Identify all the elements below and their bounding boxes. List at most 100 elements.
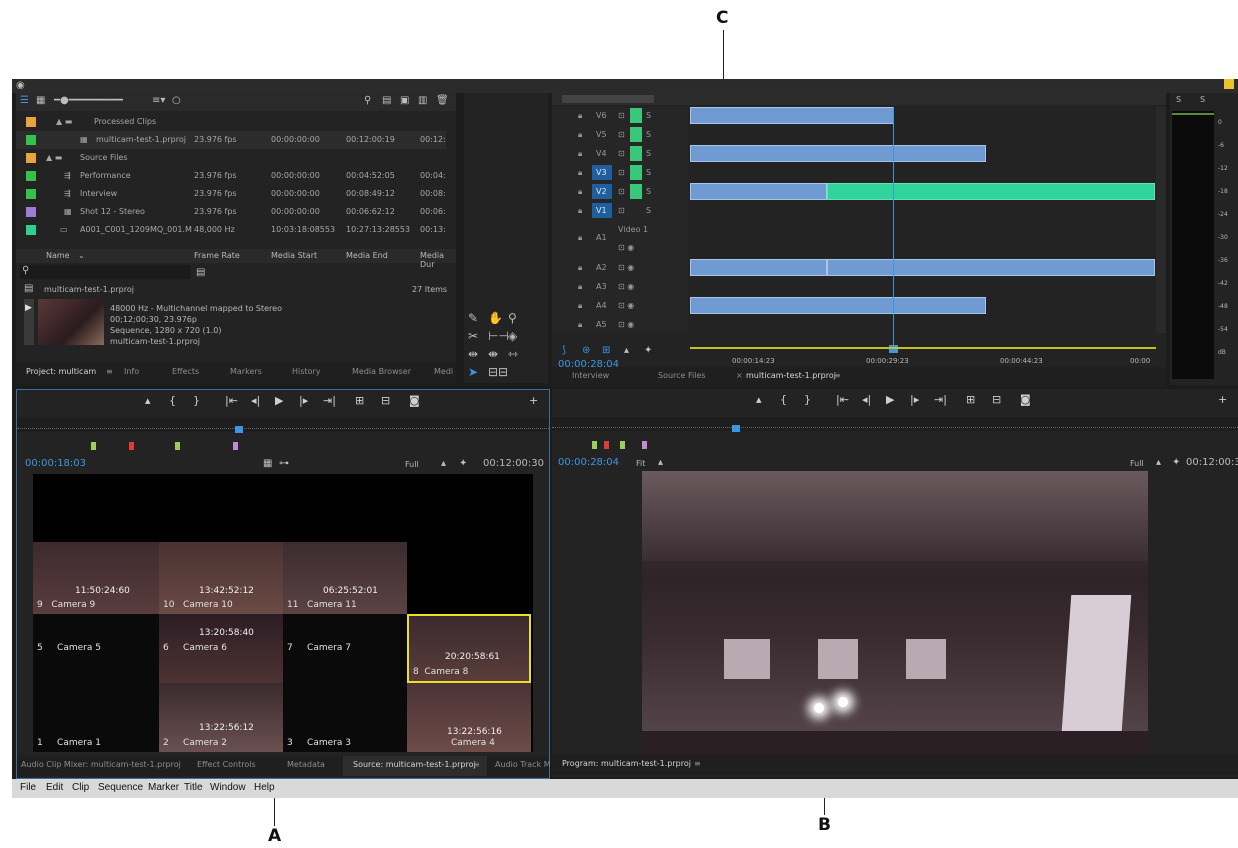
tab-metadata[interactable]: Metadata [287,760,325,769]
sort-arrow-icon[interactable]: ⌄ [78,251,85,260]
tab-sequence[interactable]: multicam-test-1.prproj [746,371,836,380]
col-fps[interactable]: Frame Rate [194,251,240,260]
eye-icon[interactable]: ⊡ ◉ [618,301,634,310]
play-preview-button[interactable]: ▶ [24,299,34,345]
marker-green[interactable] [592,441,597,449]
lock-icon[interactable]: 🔒︎ [578,263,582,273]
hand-tool-icon[interactable]: ✋ [488,311,503,325]
eye-icon[interactable]: ⊡ ◉ [618,320,634,329]
disclosure-icon[interactable]: ▲ ▬ [46,153,62,162]
menu-title[interactable]: Title [184,782,203,793]
timeline-clip[interactable] [827,259,1155,276]
tab-audio-mixer[interactable]: Audio Clip Mixer: multicam-test-1.prproj [21,760,181,769]
mark-out-button[interactable]: } [193,394,200,407]
tab-overflow[interactable]: Medi [434,367,453,376]
sync-icon[interactable]: ⊡ [618,111,625,120]
zoom-tool-icon[interactable]: ⚲ [508,311,517,325]
track-a5[interactable]: 🔒︎ A5 ⊡ ◉ [552,316,688,334]
marker-icon[interactable]: ▴ [441,458,446,469]
tab-menu-icon[interactable]: ≡ [694,759,701,768]
step-forward-button[interactable]: |▸ [910,393,919,406]
marker-icon[interactable]: ▴ [624,345,629,356]
wrench-icon[interactable]: ✦ [644,345,652,356]
menu-help[interactable]: Help [254,782,275,793]
step-back-button[interactable]: ◂| [251,394,260,407]
goto-out-button[interactable]: ⇥| [934,393,947,406]
automate-icon[interactable]: ○ [172,95,181,106]
program-zoom-bar[interactable] [552,417,1238,432]
clear-icon[interactable]: ▥ [418,95,427,106]
zoom-slider-icon[interactable]: ━●━━━━━━━━━ [54,95,123,106]
program-timecode[interactable]: 00:00:28:04 [558,457,619,468]
selection-tool-icon[interactable]: ➤ [468,365,478,379]
solo-left-button[interactable]: S [1176,95,1181,104]
track-v1[interactable]: 🔒︎ V1 ⊡ S [552,202,688,220]
razor-tool-icon[interactable]: ✂ [468,329,478,343]
camera-6[interactable]: 13:20:58:40 6 Camera 6 [159,614,283,683]
source-playhead[interactable] [235,426,243,433]
camera-2[interactable]: 13:22:56:12 2 Camera 2 [159,683,283,752]
mute-toggle[interactable] [630,146,642,161]
camera-3[interactable]: 3 Camera 3 [283,683,407,752]
mute-toggle[interactable] [630,108,642,123]
program-quality-select[interactable]: Full [1130,459,1144,468]
drag-video-icon[interactable]: ⊶ [279,458,289,469]
tab-menu-icon[interactable]: ≡ [473,760,480,769]
list-item[interactable]: ⇶ Interview 23.976 fps 00:00:00:00 00:08… [16,185,446,203]
tab-history[interactable]: History [292,367,320,376]
sync-icon[interactable]: ⊡ [618,168,625,177]
mark-in-button[interactable]: { [780,393,787,406]
lock-icon[interactable]: 🔒︎ [578,111,582,121]
linked-selection-icon[interactable]: ⊛ [582,345,590,356]
snap-icon[interactable]: ⟆ [562,345,566,356]
list-item[interactable]: ▭ A001_C001_1209MQ_001.M 48,000 Hz 10:03… [16,221,446,239]
solo-icon[interactable]: S [646,111,651,120]
wrench-icon[interactable]: ✦ [459,458,467,469]
marker-purple[interactable] [642,441,647,449]
insert-button[interactable]: ⊞ [355,394,364,407]
ripple-tool-icon[interactable]: ⇹ [468,347,478,361]
marker-green[interactable] [620,441,625,449]
sync-icon[interactable]: ⊡ [618,206,625,215]
disclosure-icon[interactable]: ▲ ▬ [56,117,72,126]
marker-green[interactable] [91,442,96,450]
icon-view-icon[interactable]: ▦ [36,95,45,106]
menu-edit[interactable]: Edit [46,782,63,793]
step-back-button[interactable]: ◂| [862,393,871,406]
camera-11[interactable]: 06:25:52:01 11 Camera 11 [283,542,407,614]
work-area-bar[interactable] [690,347,1156,349]
lock-icon[interactable]: 🔒︎ [578,130,582,140]
marker-button[interactable]: ▴ [145,394,151,407]
sort-icon[interactable]: ≡▾ [152,95,165,106]
sync-icon[interactable]: ⊡ [618,130,625,139]
program-playhead[interactable] [732,425,740,432]
find-icon[interactable]: ⚲ [364,95,371,106]
track-a3[interactable]: 🔒︎ A3 ⊡ ◉ [552,278,688,296]
eye-icon[interactable]: ⊡ ◉ [618,282,634,291]
timeline-scrollbar[interactable] [552,93,1166,105]
play-button[interactable]: ▶ [886,393,894,406]
safe-margins-icon[interactable]: ▦ [263,458,272,469]
trash-icon[interactable]: 🗑 [436,95,449,106]
marker-red[interactable] [129,442,134,450]
program-zoom-select[interactable]: Fit [636,459,645,468]
timeline-clip[interactable] [827,183,1155,200]
tab-media-browser[interactable]: Media Browser [352,367,411,376]
solo-icon[interactable]: S [646,149,651,158]
track-a2[interactable]: 🔒︎ A2 ⊡ ◉ [552,259,688,277]
source-timecode[interactable]: 00:00:18:03 [25,458,86,469]
tab-program[interactable]: Program: multicam-test-1.prproj [562,759,691,768]
track-v6[interactable]: 🔒︎ V6 ⊡ S [552,107,688,125]
menu-marker[interactable]: Marker [148,782,179,793]
camera-7[interactable]: 7 Camera 7 [283,614,407,683]
play-button[interactable]: ▶ [275,394,283,407]
lock-icon[interactable]: 🔒︎ [578,233,582,243]
source-quality-select[interactable]: Full [405,460,419,469]
eye-icon[interactable]: ⊡ ◉ [618,243,634,252]
new-search-bin-icon[interactable]: ▤ [196,267,205,278]
solo-icon[interactable]: S [646,168,651,177]
camera-4[interactable]: 13:22:56:16 Camera 4 [407,683,531,752]
camera-1[interactable]: 1 Camera 1 [33,683,159,752]
tab-markers[interactable]: Markers [230,367,262,376]
track-select-icon[interactable]: ⊟⊟ [488,365,508,379]
